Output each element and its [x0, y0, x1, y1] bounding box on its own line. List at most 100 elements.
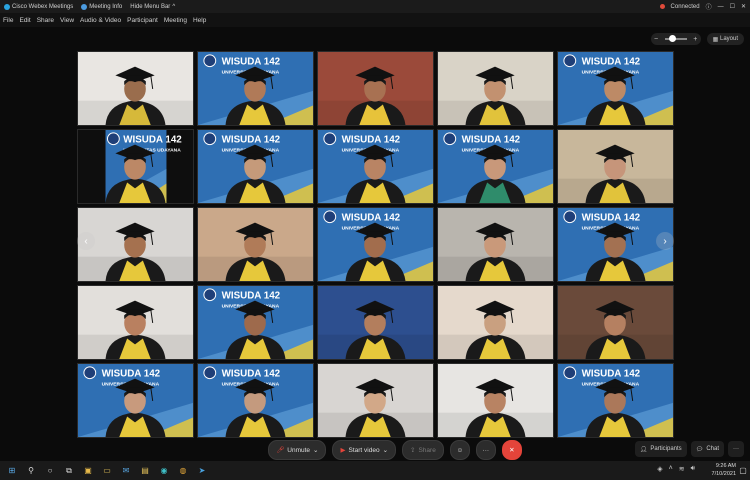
zoom-slider[interactable]: − + — [650, 33, 701, 45]
zoom-out-icon[interactable]: − — [654, 36, 658, 43]
menu-audio-video[interactable]: Audio & Video — [77, 17, 124, 24]
zoom-in-icon[interactable]: + — [693, 36, 697, 43]
maximize-icon[interactable]: ☐ — [730, 3, 735, 10]
start-video-button[interactable]: ▶︎ Start video ⌄ — [332, 440, 397, 460]
participant-video: WISUDA 142 UNIVERSITAS UDAYANA — [318, 130, 433, 203]
grid-icon: ▦ — [712, 36, 720, 43]
info-circle-icon[interactable]: ⓘ — [706, 2, 712, 11]
close-icon[interactable]: ✕ — [741, 3, 746, 10]
menu-help[interactable]: Help — [190, 17, 209, 24]
participants-button[interactable]: 👤︎ Participants — [634, 441, 687, 457]
minimize-icon[interactable]: — — [718, 4, 724, 10]
participant-video-tile[interactable] — [317, 51, 434, 126]
explorer-icon[interactable]: ▭ — [100, 464, 114, 478]
participant-video: WISUDA 142 UNIVERSITAS UDAYANA — [318, 208, 433, 281]
taskbar: ⊞ ⚲ ○ ⧉ ▣ ▭ ✉ ▤ ◉ ◍ ➤ ◈ ˄ ≋ 🔊︎ 9:26 AM 7… — [0, 461, 750, 480]
video-grid: WISUDA 142 UNIVERSITAS UDAYANA WIS — [77, 51, 674, 438]
windows-start-icon[interactable]: ⊞ — [5, 464, 19, 478]
menu-participant[interactable]: Participant — [124, 17, 161, 24]
notification-icon[interactable]: ▢ — [736, 463, 750, 477]
previous-page-icon[interactable]: ‹ — [77, 232, 95, 250]
menu-file[interactable]: File — [0, 17, 16, 24]
banner-title: WISUDA 142 — [222, 57, 281, 68]
more-options-button[interactable]: ··· — [475, 440, 496, 460]
chat-label: Chat — [706, 446, 719, 452]
participant-video-tile[interactable]: WISUDA 142 UNIVERSITAS UDAYANA — [317, 129, 434, 204]
participant-video: WISUDA 142 UNIVERSITAS UDAYANA — [558, 52, 673, 125]
participant-video — [438, 286, 553, 359]
banner-title: WISUDA 142 — [222, 135, 281, 146]
participant-video-tile[interactable]: WISUDA 142 UNIVERSITAS UDAYANA — [557, 363, 674, 438]
participant-video-tile[interactable]: WISUDA 142 UNIVERSITAS UDAYANA — [77, 363, 194, 438]
participant-video-tile[interactable] — [437, 51, 554, 126]
chrome-icon[interactable]: ◍ — [176, 464, 190, 478]
banner-title: WISUDA 142 — [462, 135, 521, 146]
system-clock[interactable]: 9:26 AM 7/10/2021 — [712, 462, 736, 478]
participant-video-tile[interactable] — [437, 363, 554, 438]
meeting-controls: 🎤︎ Unmute ⌄ ▶︎ Start video ⌄ ⇪ Share ☺ ·… — [268, 440, 522, 460]
title-bar: Cisco Webex Meetings Meeting Info Hide M… — [0, 0, 750, 13]
store-icon[interactable]: ▣ — [81, 464, 95, 478]
banner-title: WISUDA 142 — [582, 369, 641, 380]
volume-icon[interactable]: 🔊︎ — [691, 465, 695, 473]
participant-video-tile[interactable]: WISUDA 142 UNIVERSITAS UDAYANA — [197, 363, 314, 438]
files-icon[interactable]: ▤ — [138, 464, 152, 478]
menu-edit[interactable]: Edit — [16, 17, 33, 24]
participant-video-tile[interactable]: WISUDA 142 UNIVERSITAS UDAYANA — [197, 51, 314, 126]
task-view-icon[interactable]: ⧉ — [62, 464, 76, 478]
share-label: Share — [418, 446, 436, 454]
hide-menu-bar-button[interactable]: Hide Menu Bar ^ — [126, 4, 179, 10]
mail-icon[interactable]: ✉ — [119, 464, 133, 478]
participant-video-tile[interactable]: WISUDA 142 UNIVERSITAS UDAYANA — [77, 129, 194, 204]
participant-video-tile[interactable]: WISUDA 142 UNIVERSITAS UDAYANA — [557, 51, 674, 126]
meeting-info-label: Meeting Info — [89, 3, 123, 10]
meeting-info-tab[interactable]: Meeting Info — [77, 3, 126, 10]
chevron-down-icon: ⌄ — [313, 447, 319, 454]
chat-button[interactable]: 💬︎ Chat — [690, 441, 724, 457]
participant-video-tile[interactable] — [77, 207, 194, 282]
participants-label: Participants — [650, 446, 682, 452]
participant-video-tile[interactable]: WISUDA 142 UNIVERSITAS UDAYANA — [437, 129, 554, 204]
participant-video — [438, 364, 553, 437]
menu-view[interactable]: View — [57, 17, 77, 24]
leave-meeting-button[interactable]: ✕ — [501, 440, 522, 460]
participant-video-tile[interactable] — [557, 129, 674, 204]
participant-video — [198, 208, 313, 281]
participant-video-tile[interactable] — [437, 207, 554, 282]
menu-meeting[interactable]: Meeting — [161, 17, 190, 24]
participant-video — [438, 208, 553, 281]
reactions-button[interactable]: ☺ — [449, 440, 470, 460]
participant-video-tile[interactable] — [77, 285, 194, 360]
participant-video — [78, 208, 193, 281]
close-icon: ✕ — [509, 447, 515, 454]
share-button[interactable]: ⇪ Share — [402, 440, 444, 460]
telegram-icon[interactable]: ➤ — [195, 464, 209, 478]
app-tab[interactable]: Cisco Webex Meetings — [0, 3, 77, 10]
more-panels-button[interactable]: ··· — [728, 441, 744, 457]
participant-video-tile[interactable] — [557, 285, 674, 360]
participant-video — [318, 364, 433, 437]
status-dot-icon — [659, 4, 665, 9]
unmute-button[interactable]: 🎤︎ Unmute ⌄ — [268, 440, 327, 460]
tray-icon[interactable]: ◈ — [657, 465, 662, 473]
layout-button[interactable]: ▦ Layout — [706, 33, 744, 45]
participant-video-tile[interactable]: WISUDA 142 UNIVERSITAS UDAYANA — [197, 285, 314, 360]
next-page-icon[interactable]: › — [656, 232, 674, 250]
participant-video: WISUDA 142 UNIVERSITAS UDAYANA — [198, 130, 313, 203]
participant-video-tile[interactable]: WISUDA 142 UNIVERSITAS UDAYANA — [197, 129, 314, 204]
webex-taskbar-icon[interactable]: ◉ — [157, 464, 171, 478]
participant-video-tile[interactable]: WISUDA 142 UNIVERSITAS UDAYANA — [317, 207, 434, 282]
participant-video-tile[interactable] — [437, 285, 554, 360]
participant-video-tile[interactable] — [317, 363, 434, 438]
search-icon[interactable]: ⚲ — [24, 464, 38, 478]
participant-video-tile[interactable] — [77, 51, 194, 126]
menu-share[interactable]: Share — [34, 17, 57, 24]
participant-video-tile[interactable] — [197, 207, 314, 282]
wifi-icon[interactable]: ≋ — [679, 465, 685, 473]
cortana-icon[interactable]: ○ — [43, 464, 57, 478]
participant-video — [318, 286, 433, 359]
menu-bar: File Edit Share View Audio & Video Parti… — [0, 13, 750, 27]
chevron-up-icon[interactable]: ˄ — [669, 465, 673, 473]
participant-video-tile[interactable] — [317, 285, 434, 360]
clock-date: 7/10/2021 — [711, 471, 736, 477]
